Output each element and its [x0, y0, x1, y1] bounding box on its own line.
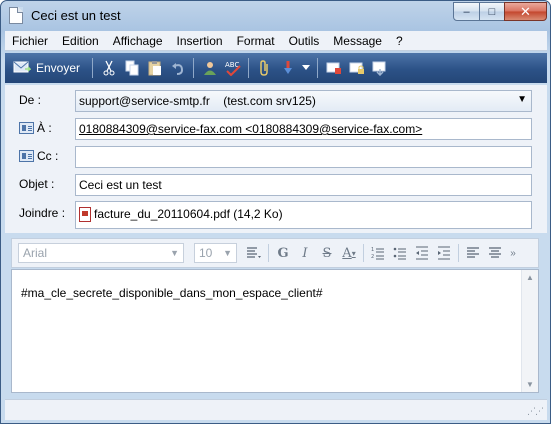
- align-left-icon[interactable]: [462, 243, 484, 263]
- attach-row: Joindre : facture_du_20110604.pdf (14,2 …: [5, 201, 547, 229]
- menu-affichage[interactable]: Affichage: [106, 34, 170, 48]
- scroll-down-icon[interactable]: ▼: [526, 380, 534, 389]
- subject-value: Ceci est un test: [79, 178, 162, 192]
- to-field[interactable]: 0180884309@service-fax.com <0180884309@s…: [75, 118, 532, 140]
- paste-icon[interactable]: [143, 57, 166, 79]
- send-icon: [13, 60, 32, 77]
- svg-text:2: 2: [371, 254, 374, 260]
- from-label: De :: [19, 93, 42, 107]
- font-family-value: Arial: [23, 246, 48, 260]
- toolbar-separator: [317, 58, 319, 78]
- toolbar-separator: [363, 244, 364, 262]
- sign-icon[interactable]: [322, 57, 345, 79]
- maximize-button[interactable]: □: [479, 2, 505, 21]
- align-center-icon[interactable]: [484, 243, 506, 263]
- increase-indent-icon[interactable]: [433, 243, 455, 263]
- font-size-select[interactable]: 10 ▼: [194, 243, 237, 263]
- dropdown-icon[interactable]: [299, 57, 313, 79]
- resize-grip-icon[interactable]: ⋰⋰: [527, 406, 544, 417]
- copy-icon[interactable]: [120, 57, 143, 79]
- menu-format[interactable]: Format: [230, 34, 282, 48]
- scroll-up-icon[interactable]: ▲: [526, 273, 534, 282]
- contact-card-icon: [19, 122, 34, 134]
- message-body-editor[interactable]: #ma_cle_secrete_disponible_dans_mon_espa…: [11, 269, 539, 393]
- font-size-value: 10: [199, 246, 213, 260]
- main-toolbar: Envoyer ABC: [5, 53, 547, 83]
- attach-label: Joindre :: [19, 206, 66, 220]
- send-label: Envoyer: [36, 61, 81, 75]
- menu-help[interactable]: ?: [389, 34, 410, 48]
- to-label: À :: [37, 121, 52, 135]
- subject-label: Objet :: [19, 177, 55, 191]
- address-book-icon[interactable]: [198, 57, 221, 79]
- attachments-field[interactable]: facture_du_20110604.pdf (14,2 Ko): [75, 201, 532, 229]
- cc-button[interactable]: Cc :: [19, 149, 58, 163]
- minimize-button[interactable]: –: [453, 2, 480, 21]
- menu-message[interactable]: Message: [326, 34, 389, 48]
- title-bar[interactable]: Ceci est un test – □ ✕: [1, 1, 550, 30]
- cc-row: Cc :: [5, 145, 547, 169]
- attach-icon[interactable]: [253, 57, 276, 79]
- svg-text:1: 1: [371, 247, 374, 253]
- underline-icon[interactable]: S: [316, 243, 338, 263]
- message-header-form: De : support@service-smtp.fr (test.com s…: [5, 85, 547, 233]
- toolbar-separator: [458, 244, 459, 262]
- message-icon: [9, 7, 23, 24]
- from-select[interactable]: support@service-smtp.fr (test.com srv125…: [75, 90, 532, 112]
- italic-icon[interactable]: I: [294, 243, 316, 263]
- menu-outils[interactable]: Outils: [282, 34, 327, 48]
- send-button[interactable]: Envoyer: [5, 53, 88, 83]
- undo-icon[interactable]: [166, 57, 189, 79]
- decrease-indent-icon[interactable]: [411, 243, 433, 263]
- attachment-item[interactable]: facture_du_20110604.pdf (14,2 Ko): [94, 207, 283, 221]
- toolbar-separator: [268, 244, 269, 262]
- status-bar: ⋰⋰: [5, 399, 547, 420]
- paragraph-style-icon[interactable]: [243, 243, 265, 263]
- close-button[interactable]: ✕: [504, 2, 547, 21]
- cut-icon[interactable]: [97, 57, 120, 79]
- font-color-icon[interactable]: A ▾: [338, 243, 360, 263]
- to-recipient: 0180884309@service-fax.com <0180884309@s…: [79, 122, 423, 136]
- cc-field[interactable]: [75, 146, 532, 168]
- message-window: Ceci est un test – □ ✕ Fichier Edition A…: [0, 0, 551, 424]
- to-row: À : 0180884309@service-fax.com <01808843…: [5, 117, 547, 141]
- subject-row: Objet : Ceci est un test: [5, 173, 547, 197]
- to-button[interactable]: À :: [19, 121, 52, 135]
- chevron-down-icon: ▼: [223, 248, 232, 258]
- from-row: De : support@service-smtp.fr (test.com s…: [5, 89, 547, 113]
- more-icon[interactable]: »: [506, 243, 520, 263]
- chevron-down-icon: ▼: [170, 248, 179, 258]
- message-body-text[interactable]: #ma_cle_secrete_disponible_dans_mon_espa…: [21, 286, 323, 300]
- toolbar-separator: [248, 58, 250, 78]
- priority-icon[interactable]: [276, 57, 299, 79]
- bullet-list-icon[interactable]: [389, 243, 411, 263]
- spellcheck-icon[interactable]: ABC: [221, 57, 244, 79]
- offline-icon[interactable]: [368, 57, 391, 79]
- contact-card-icon: [19, 150, 34, 162]
- vertical-scrollbar[interactable]: ▲ ▼: [521, 270, 538, 392]
- from-value: support@service-smtp.fr (test.com srv125…: [79, 94, 316, 108]
- chevron-down-icon: ▼: [517, 94, 527, 105]
- bold-icon[interactable]: G: [272, 243, 294, 263]
- encrypt-icon[interactable]: [345, 57, 368, 79]
- font-family-select[interactable]: Arial ▼: [18, 243, 184, 263]
- numbered-list-icon[interactable]: 12: [367, 243, 389, 263]
- menu-bar: Fichier Edition Affichage Insertion Form…: [5, 31, 547, 51]
- menu-fichier[interactable]: Fichier: [5, 34, 55, 48]
- window-title: Ceci est un test: [31, 8, 121, 23]
- toolbar-separator: [193, 58, 195, 78]
- subject-field[interactable]: Ceci est un test: [75, 174, 532, 196]
- toolbar-separator: [92, 58, 94, 78]
- menu-insertion[interactable]: Insertion: [170, 34, 230, 48]
- cc-label: Cc :: [37, 149, 59, 163]
- pdf-file-icon: [79, 207, 91, 223]
- format-toolbar: Arial ▼ 10 ▼ G I S A ▾ 12 »: [11, 238, 539, 268]
- menu-edition[interactable]: Edition: [55, 34, 106, 48]
